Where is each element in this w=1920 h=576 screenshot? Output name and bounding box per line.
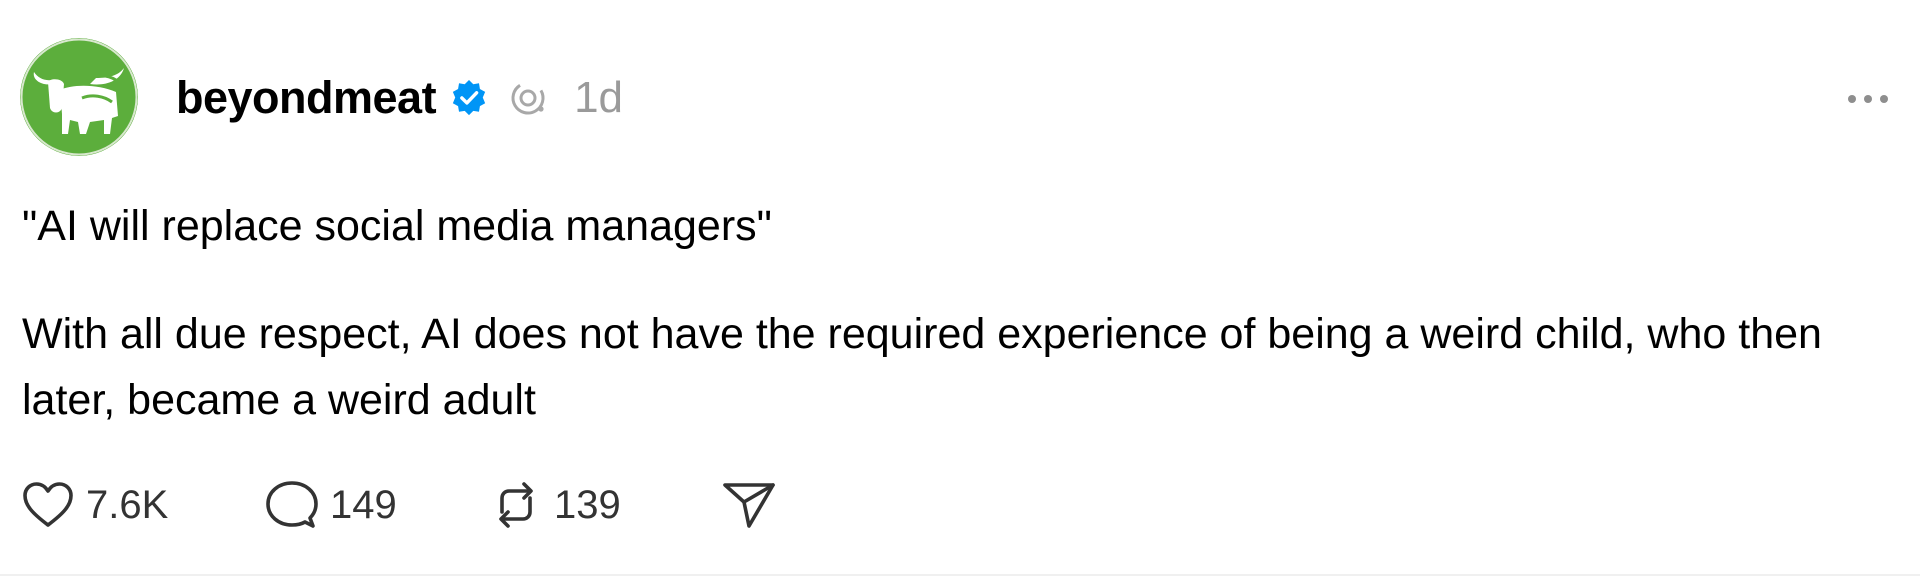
repost-count: 139 [554, 482, 621, 527]
beyond-meat-bull-logo [20, 38, 138, 156]
post-card: beyondmeat 1d "AI will replace social me… [0, 0, 1920, 576]
action-bar: 7.6K 149 139 [22, 476, 776, 534]
send-icon [722, 480, 776, 530]
timestamp[interactable]: 1d [574, 73, 623, 123]
avatar[interactable] [20, 38, 138, 156]
share-button[interactable] [722, 480, 776, 530]
repost-icon [490, 480, 542, 530]
ai-label-icon[interactable] [508, 78, 548, 118]
heart-icon [22, 481, 74, 529]
username[interactable]: beyondmeat [176, 72, 437, 124]
verified-badge-icon [450, 79, 488, 117]
post-text-line-1: "AI will replace social media managers" [22, 202, 772, 250]
more-options-icon[interactable] [1844, 84, 1892, 114]
repost-button[interactable]: 139 [490, 480, 722, 530]
speech-bubble-icon [266, 480, 318, 530]
reply-button[interactable]: 149 [266, 480, 490, 530]
author-row: beyondmeat 1d [176, 68, 623, 128]
like-count: 7.6K [86, 482, 169, 527]
like-button[interactable]: 7.6K [22, 481, 266, 529]
reply-count: 149 [330, 482, 397, 527]
post-text-line-2: With all due respect, AI does not have t… [22, 310, 1822, 424]
